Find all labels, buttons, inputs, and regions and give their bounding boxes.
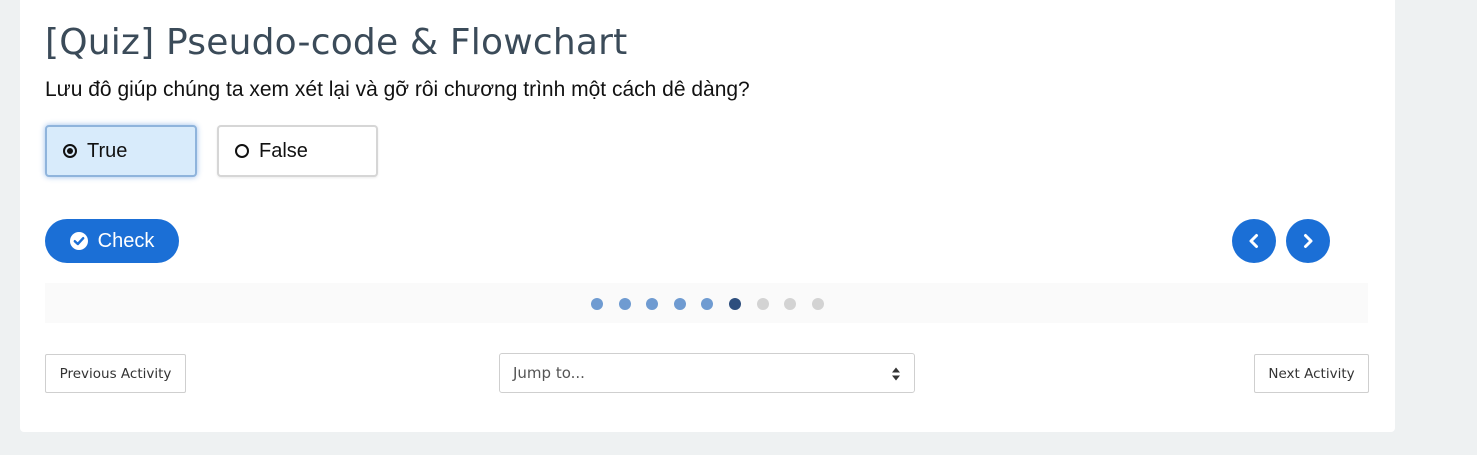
next-activity-button[interactable]: Next Activity <box>1254 354 1369 393</box>
previous-slide-button[interactable] <box>1232 219 1276 263</box>
progress-dot[interactable] <box>591 298 603 310</box>
progress-dot[interactable] <box>784 298 796 310</box>
jump-to-select[interactable]: Jump to... <box>499 353 915 393</box>
chevron-right-icon <box>1304 234 1313 248</box>
check-button-label: Check <box>97 229 155 252</box>
option-label: False <box>259 139 308 162</box>
check-circle-icon <box>69 232 88 250</box>
progress-dot[interactable] <box>757 298 769 310</box>
progress-dot[interactable] <box>701 298 713 310</box>
select-arrows-icon <box>892 367 900 381</box>
radio-checked-icon <box>63 144 77 158</box>
chevron-left-icon <box>1249 234 1258 248</box>
radio-unchecked-icon <box>235 144 249 158</box>
progress-dot[interactable] <box>646 298 658 310</box>
progress-dot[interactable] <box>619 298 631 310</box>
previous-activity-button[interactable]: Previous Activity <box>45 354 186 393</box>
progress-dot[interactable] <box>812 298 824 310</box>
option-true[interactable]: True <box>45 125 197 177</box>
jump-to-placeholder: Jump to... <box>513 364 585 382</box>
progress-dot[interactable] <box>729 298 741 310</box>
check-button[interactable]: Check <box>45 219 179 263</box>
page-title: [Quiz] Pseudo-code & Flowchart <box>45 22 628 63</box>
next-slide-button[interactable] <box>1286 219 1330 263</box>
option-label: True <box>87 139 128 162</box>
question-text: Lưu đô giúp chúng ta xem xét lại và gỡ r… <box>45 78 750 101</box>
option-false[interactable]: False <box>217 125 378 177</box>
progress-dot[interactable] <box>674 298 686 310</box>
